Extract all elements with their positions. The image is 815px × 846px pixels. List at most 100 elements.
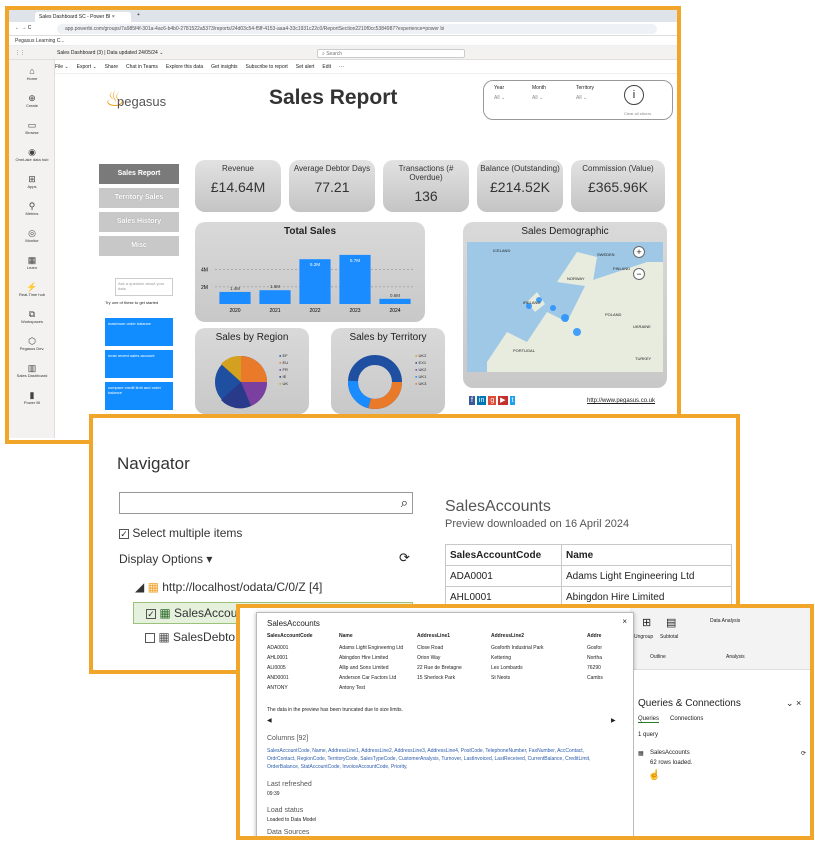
scroll-left-icon[interactable]: ◀ (267, 717, 272, 724)
subtotal-icon[interactable]: ▤ (666, 616, 676, 629)
bookmark-item[interactable]: Pegasus Learning C... (15, 38, 64, 44)
toolbar-item[interactable]: Share (105, 60, 118, 70)
refresh-icon[interactable]: ⟳ (399, 550, 410, 566)
googleplus-icon[interactable]: g (488, 396, 497, 405)
qa-suggestion[interactable]: compare credit limit and order balance (105, 382, 173, 410)
rail-label: Home (26, 76, 38, 81)
close-icon[interactable]: × (622, 617, 627, 626)
clear-slicers-link[interactable]: Clear all slicers (624, 111, 651, 116)
territory-select[interactable]: All ⌄ (576, 95, 587, 101)
nav-sales-history[interactable]: Sales History (99, 212, 179, 232)
app-launcher-icon[interactable]: ⋮⋮ (15, 50, 25, 56)
rail-label: Create (25, 103, 38, 108)
toolbar-item[interactable]: Set alert (296, 60, 315, 70)
rail-item[interactable]: ▭ Browse (9, 120, 55, 135)
column-header[interactable]: SalesAccountCode (445, 544, 562, 566)
new-tab-icon[interactable]: + (137, 12, 140, 18)
month-select[interactable]: All ⌄ (532, 95, 543, 101)
toolbar-item[interactable]: File ⌄ (55, 60, 69, 70)
rail-item[interactable]: ⚡ Real-Time hub (9, 282, 55, 297)
column-header[interactable]: Name (561, 544, 732, 566)
bar[interactable] (219, 291, 251, 304)
bar[interactable] (379, 298, 411, 304)
youtube-icon[interactable]: ▶ (498, 396, 508, 405)
legend-item[interactable]: ● EF (279, 352, 288, 359)
query-item[interactable]: ▦ SalesAccounts 62 rows loaded. ⟳ (638, 750, 810, 776)
toolbar-item[interactable]: Get insights (211, 60, 237, 70)
tab-connections[interactable]: Connections (670, 716, 703, 722)
legend-item[interactable]: ● UK (279, 380, 288, 387)
toolbar-item[interactable]: Subscribe to report (246, 60, 288, 70)
rail-item[interactable]: ▥ Sales Dashboard (9, 363, 55, 378)
legend-item[interactable]: ● IE (279, 373, 288, 380)
browser-tab[interactable]: Sales Dashboard SC - Power BI × (35, 12, 131, 22)
rail-item[interactable]: ⊞ Apps (9, 174, 55, 189)
legend-item[interactable]: ● EX1 (415, 359, 426, 366)
rail-item[interactable]: ◎ Monitor (9, 228, 55, 243)
qa-suggestion[interactable]: maximum order balance (105, 318, 173, 346)
bar[interactable] (259, 290, 291, 304)
legend-item[interactable]: ● UK3 (415, 380, 426, 387)
rail-item[interactable]: ⌂ Home (9, 66, 55, 81)
legend-item[interactable]: ● EU (279, 359, 288, 366)
rail-item[interactable]: ⧉ Workspaces (9, 309, 55, 324)
tab-queries[interactable]: Queries (638, 716, 660, 723)
ungroup-button[interactable]: Ungroup (634, 634, 653, 640)
legend-label: FR (282, 367, 288, 372)
nav-sales-report[interactable]: Sales Report (99, 164, 179, 184)
zoom-in-icon[interactable]: + (633, 246, 645, 258)
select-multiple-checkbox[interactable]: ✓ Select multiple items (119, 526, 242, 540)
region-pie-chart[interactable] (211, 352, 271, 412)
facebook-icon[interactable]: f (469, 396, 475, 405)
close-tab-icon[interactable]: × (112, 14, 115, 20)
total-sales-chart[interactable]: 4M 2M 1.4M 2020 1.6M 2021 5.2M 2022 5.7M 2023 0.6M… (195, 222, 425, 322)
rail-item[interactable]: ▮ Power BI (9, 390, 55, 405)
search-icon[interactable]: ⌕ (401, 495, 408, 511)
toolbar-item[interactable]: Chat in Teams (126, 60, 158, 70)
legend-item[interactable]: ● UK2 (415, 366, 426, 373)
info-icon[interactable]: i (624, 85, 644, 105)
subtotal-button[interactable]: Subtotal (660, 634, 678, 640)
toolbar-item[interactable]: Edit (322, 60, 331, 70)
website-link[interactable]: http://www.pegasus.co.uk (587, 398, 655, 404)
rail-item[interactable]: ▦ Learn (9, 255, 55, 270)
zoom-out-icon[interactable]: − (633, 268, 645, 280)
legend-item[interactable]: ● UK2 (415, 352, 426, 359)
url-field[interactable]: app.powerbi.com/groups/7a985f4f-301a-4ac… (57, 24, 657, 34)
breadcrumb[interactable]: Sales Dashboard (3) | Data updated 24/05… (57, 50, 163, 56)
toolbar-item[interactable]: ··· (339, 60, 344, 70)
legend-item[interactable]: ● FR (279, 366, 288, 373)
refresh-icon[interactable]: ⟳ (801, 750, 806, 757)
europe-map[interactable] (467, 242, 663, 372)
toolbar-item[interactable]: Explore this data (166, 60, 203, 70)
territory-donut-chart[interactable] (345, 352, 405, 412)
legend-item[interactable]: ● UK1 (415, 373, 426, 380)
rail-item[interactable]: ⬡ Pegasus Dev. (9, 336, 55, 351)
display-options-button[interactable]: Display Options ▾ (119, 552, 212, 566)
navigator-search-input[interactable]: ⌕ (119, 492, 413, 514)
toolbar-item[interactable]: Export ⌄ (77, 60, 97, 70)
nav-misc[interactable]: Misc (99, 236, 179, 256)
search-input[interactable]: ⌕ Search (317, 49, 465, 58)
year-select[interactable]: All ⌄ (494, 95, 505, 101)
rail-item[interactable]: ⚲ Metrics (9, 201, 55, 216)
ungroup-icon[interactable]: ⊞ (642, 616, 651, 629)
twitter-icon[interactable]: t (509, 396, 516, 405)
scroll-right-icon[interactable]: ▶ (611, 717, 616, 724)
linkedin-icon[interactable]: in (476, 396, 487, 405)
rail-icon: ⌂ (29, 66, 35, 76)
nav-arrows-icon[interactable]: ← → C (15, 25, 31, 31)
checkbox-icon[interactable] (145, 632, 155, 643)
close-pane-icon[interactable]: ⌄ × (786, 698, 801, 709)
qa-suggestion[interactable]: most recent sales account (105, 350, 173, 378)
qa-input[interactable]: Ask a question about your data (115, 278, 173, 296)
checkbox-icon[interactable]: ✓ (146, 608, 156, 619)
popup-title: SalesAccounts (267, 619, 320, 628)
tree-item[interactable]: ▦ SalesDebto... (145, 630, 245, 644)
data-analysis-button[interactable]: Data Analysis (710, 618, 740, 624)
rail-item[interactable]: ⊕ Create (9, 93, 55, 108)
nav-territory-sales[interactable]: Territory Sales (99, 188, 179, 208)
rail-label: Monitor (25, 238, 39, 243)
tree-root[interactable]: ◢ ▦ http://localhost/odata/C/0/Z [4] (135, 580, 322, 594)
rail-item[interactable]: ◉ OneLake data hub (9, 147, 55, 162)
